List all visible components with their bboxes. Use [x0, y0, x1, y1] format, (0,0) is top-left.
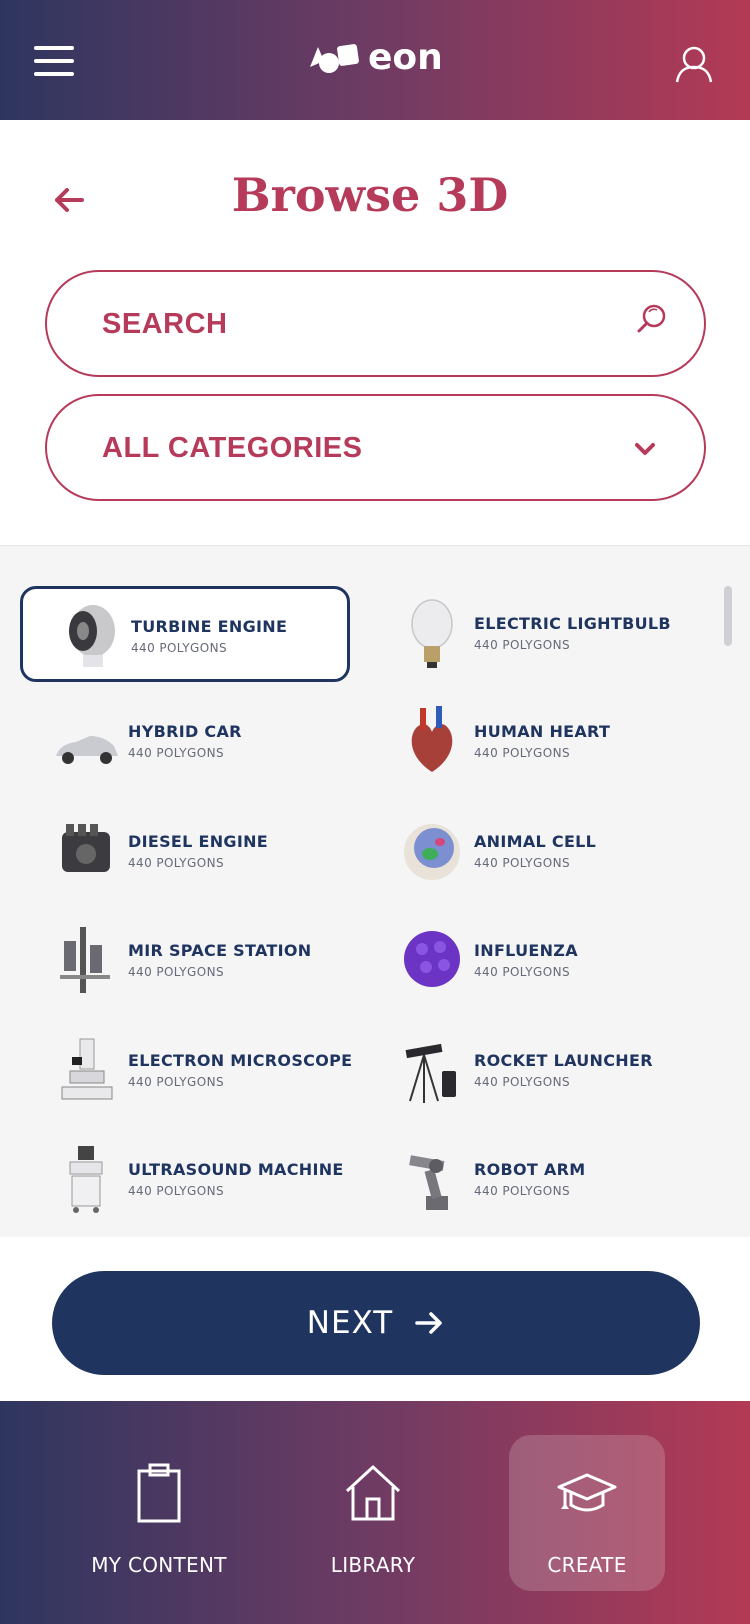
item-name: ROCKET LAUNCHER: [474, 1051, 653, 1070]
logo: eon: [310, 40, 443, 76]
graduation-cap-icon: [557, 1473, 617, 1512]
home-icon: [345, 1465, 401, 1521]
item-name: ELECTRIC LIGHTBULB: [474, 614, 671, 633]
space-station-icon: [60, 927, 110, 993]
item-polygons: 440 POLYGONS: [128, 746, 224, 760]
list-item-electric-lightbulb[interactable]: ELECTRIC LIGHTBULB 440 POLYGONS: [366, 586, 696, 682]
next-button[interactable]: NEXT: [52, 1271, 700, 1375]
menu-icon[interactable]: [34, 46, 74, 76]
nav-label: MY CONTENT: [91, 1553, 227, 1577]
list-item-robot-arm[interactable]: ROBOT ARM 440 POLYGONS: [366, 1132, 696, 1228]
nav-label: CREATE: [547, 1553, 627, 1577]
item-name: INFLUENZA: [474, 941, 578, 960]
logo-mark-icon: [310, 44, 359, 73]
item-polygons: 440 POLYGONS: [474, 965, 570, 979]
item-polygons: 440 POLYGONS: [474, 746, 570, 760]
nav-library[interactable]: LIBRARY: [295, 1435, 451, 1591]
list-item-ultrasound-machine[interactable]: ULTRASOUND MACHINE 440 POLYGONS: [20, 1132, 350, 1228]
item-polygons: 440 POLYGONS: [128, 856, 224, 870]
item-name: TURBINE ENGINE: [131, 617, 288, 636]
turbine-engine-icon: [69, 605, 115, 667]
heart-icon: [411, 706, 453, 772]
item-polygons: 440 POLYGONS: [474, 856, 570, 870]
item-polygons: 440 POLYGONS: [128, 965, 224, 979]
item-polygons: 440 POLYGONS: [474, 1075, 570, 1089]
list-item-mir-space-station[interactable]: MIR SPACE STATION 440 POLYGONS: [20, 913, 350, 1009]
robot-arm-icon: [409, 1155, 448, 1210]
list-item-influenza[interactable]: INFLUENZA 440 POLYGONS: [366, 913, 696, 1009]
chevron-down-icon: [635, 443, 655, 455]
item-name: ANIMAL CELL: [474, 832, 597, 851]
scrollbar[interactable]: [724, 586, 732, 646]
item-name: ROBOT ARM: [474, 1160, 586, 1179]
item-name: HUMAN HEART: [474, 722, 611, 741]
profile-icon[interactable]: [674, 44, 714, 84]
rocket-launcher-icon: [405, 1043, 456, 1103]
nav-my-content[interactable]: MY CONTENT: [81, 1435, 237, 1591]
item-name: HYBRID CAR: [128, 722, 242, 741]
search-icon[interactable]: [633, 302, 669, 338]
list-item-turbine-engine[interactable]: TURBINE ENGINE 440 POLYGONS: [20, 586, 350, 682]
search-input[interactable]: SEARCH: [45, 270, 706, 377]
item-name: ELECTRON MICROSCOPE: [128, 1051, 353, 1070]
logo-text: eon: [368, 37, 443, 78]
search-placeholder: SEARCH: [102, 308, 228, 340]
diesel-engine-icon: [62, 824, 110, 872]
item-name: ULTRASOUND MACHINE: [128, 1160, 344, 1179]
virus-icon: [404, 931, 460, 987]
bottom-nav: MY CONTENT LIBRARY CREATE: [0, 1401, 750, 1624]
item-polygons: 440 POLYGONS: [131, 641, 227, 655]
animal-cell-icon: [404, 824, 460, 880]
category-select[interactable]: ALL CATEGORIES: [45, 394, 706, 501]
lightbulb-icon: [411, 599, 453, 668]
list-item-electron-microscope[interactable]: ELECTRON MICROSCOPE 440 POLYGONS: [20, 1023, 353, 1119]
list-item-animal-cell[interactable]: ANIMAL CELL 440 POLYGONS: [366, 804, 696, 900]
top-bar: eon: [0, 0, 750, 120]
arrow-right-icon: [415, 1312, 442, 1334]
nav-create[interactable]: CREATE: [509, 1435, 665, 1591]
list-item-rocket-launcher[interactable]: ROCKET LAUNCHER 440 POLYGONS: [366, 1023, 696, 1119]
list-item-hybrid-car[interactable]: HYBRID CAR 440 POLYGONS: [20, 694, 350, 790]
item-polygons: 440 POLYGONS: [474, 638, 570, 652]
item-polygons: 440 POLYGONS: [128, 1184, 224, 1198]
list-item-diesel-engine[interactable]: DIESEL ENGINE 440 POLYGONS: [20, 804, 350, 900]
next-button-label: NEXT: [306, 1305, 394, 1341]
ultrasound-icon: [69, 1146, 103, 1213]
list-item-human-heart[interactable]: HUMAN HEART 440 POLYGONS: [366, 694, 696, 790]
item-polygons: 440 POLYGONS: [128, 1075, 224, 1089]
nav-label: LIBRARY: [330, 1553, 416, 1577]
car-icon: [56, 736, 118, 764]
model-list[interactable]: TURBINE ENGINE 440 POLYGONS ELECTRIC LIG…: [0, 545, 750, 1237]
clipboard-icon: [137, 1463, 181, 1523]
category-selected-label: ALL CATEGORIES: [102, 432, 363, 464]
microscope-icon: [61, 1038, 113, 1100]
item-polygons: 440 POLYGONS: [474, 1184, 570, 1198]
item-name: DIESEL ENGINE: [128, 832, 269, 851]
item-name: MIR SPACE STATION: [128, 941, 312, 960]
page-title: Browse 3D: [231, 168, 509, 222]
